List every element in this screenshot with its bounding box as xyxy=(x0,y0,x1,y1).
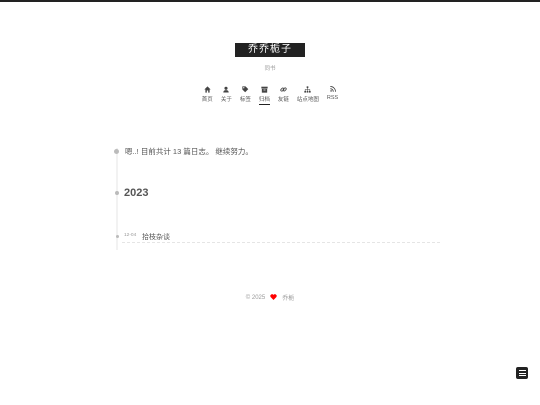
menu-item-home[interactable]: 首页 xyxy=(198,85,217,105)
site-title[interactable]: 乔乔栀子 xyxy=(235,43,305,57)
menu-item-label: 标签 xyxy=(239,97,251,103)
top-border xyxy=(0,0,540,2)
heart-icon xyxy=(270,293,277,302)
user-icon xyxy=(223,85,230,93)
menu-item-rss[interactable]: RSS xyxy=(323,85,342,105)
copyright: © 2025 xyxy=(245,294,266,301)
sitemap-icon xyxy=(304,85,312,93)
post-date: 12-04 xyxy=(124,233,137,238)
menu-item-label: 友链 xyxy=(277,97,289,103)
bar-icon xyxy=(518,372,526,374)
archive-icon xyxy=(261,85,268,93)
timeline-dot xyxy=(114,149,119,154)
timeline-dot xyxy=(115,234,119,238)
bar-icon xyxy=(518,375,526,376)
menu-item-archives[interactable]: 归档 xyxy=(255,85,274,105)
main-menu: 首页 关于 标签 归档 友链 站点地图 RSS xyxy=(0,85,540,105)
collection-title: 嗯..! 目前共计 13 篇日志。 继续努力。 xyxy=(125,147,253,156)
menu-item-label: 首页 xyxy=(201,97,213,103)
menu-item-tags[interactable]: 标签 xyxy=(236,85,255,105)
footer-author: 乔栀 xyxy=(282,296,295,302)
menu-item-label: 关于 xyxy=(220,97,232,103)
timeline-dot xyxy=(115,191,119,195)
home-icon xyxy=(204,85,211,93)
link-icon xyxy=(280,85,287,93)
site-subtitle: 同书 xyxy=(264,66,276,72)
menu-toggle-button[interactable] xyxy=(516,367,528,379)
menu-item-sitemap[interactable]: 站点地图 xyxy=(293,85,323,105)
menu-item-label: RSS xyxy=(326,95,339,101)
tags-icon xyxy=(242,85,249,93)
archive-year: 2023 xyxy=(124,187,149,199)
footer: © 2025 乔栀 xyxy=(0,293,540,302)
menu-item-about[interactable]: 关于 xyxy=(217,85,236,105)
post-title-link[interactable]: 拾枝杂谈 xyxy=(142,232,170,242)
rss-icon xyxy=(329,85,336,93)
post-item[interactable]: 12-04 拾枝杂谈 xyxy=(122,228,440,243)
menu-item-label: 站点地图 xyxy=(296,97,319,103)
menu-item-links[interactable]: 友链 xyxy=(274,85,293,105)
menu-item-label: 归档 xyxy=(258,97,270,105)
bar-icon xyxy=(518,370,526,371)
